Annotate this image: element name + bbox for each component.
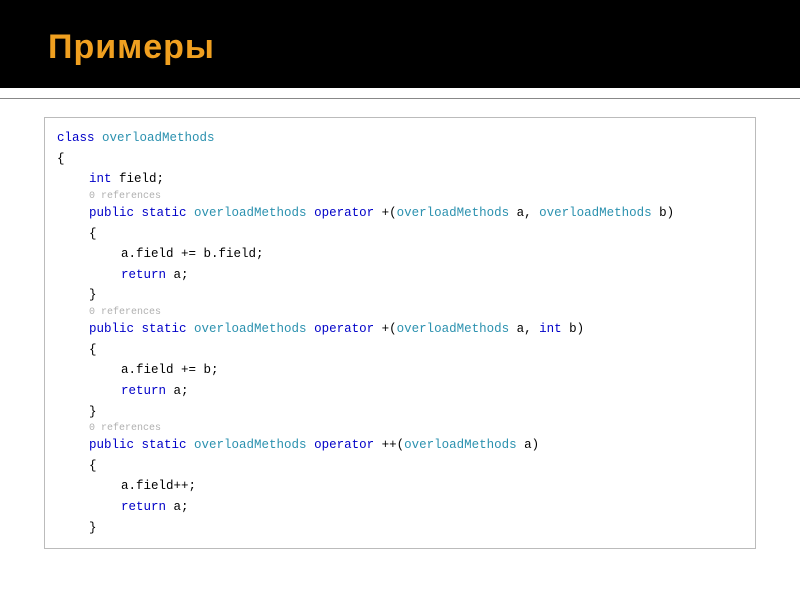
code-text: b): [562, 322, 585, 336]
divider-line: [0, 98, 800, 99]
code-lens: 0 references: [57, 190, 743, 203]
code-line: {: [57, 149, 743, 170]
keyword: operator: [307, 206, 382, 220]
code-line: }: [57, 285, 743, 306]
keyword: public static: [89, 438, 194, 452]
keyword: int: [539, 322, 562, 336]
keyword: operator: [307, 438, 382, 452]
code-line: }: [57, 518, 743, 539]
type-name: overloadMethods: [397, 206, 510, 220]
code-line: public static overloadMethods operator +…: [57, 203, 743, 224]
code-lens: 0 references: [57, 306, 743, 319]
code-text: ++(: [382, 438, 405, 452]
type-name: overloadMethods: [397, 322, 510, 336]
code-line: return a;: [57, 497, 743, 518]
code-text: a;: [166, 268, 189, 282]
code-text: a,: [509, 206, 539, 220]
keyword: class: [57, 131, 95, 145]
code-line: a.field += b;: [57, 360, 743, 381]
keyword: int: [89, 172, 112, 186]
keyword: public static: [89, 206, 194, 220]
type-name: overloadMethods: [539, 206, 652, 220]
slide-title: Примеры: [48, 28, 752, 67]
type-name: overloadMethods: [102, 131, 215, 145]
code-line: {: [57, 456, 743, 477]
code-line: {: [57, 224, 743, 245]
type-name: overloadMethods: [194, 322, 307, 336]
keyword: return: [121, 500, 166, 514]
code-lens: 0 references: [57, 422, 743, 435]
code-line: a.field += b.field;: [57, 244, 743, 265]
keyword: operator: [307, 322, 382, 336]
slide-header: Примеры: [0, 0, 800, 88]
code-block: class overloadMethods { int field; 0 ref…: [44, 117, 756, 549]
code-line: public static overloadMethods operator +…: [57, 435, 743, 456]
type-name: overloadMethods: [194, 438, 307, 452]
code-line: return a;: [57, 381, 743, 402]
code-text: a;: [166, 500, 189, 514]
code-text: field;: [112, 172, 165, 186]
code-text: a,: [509, 322, 539, 336]
code-line: class overloadMethods: [57, 128, 743, 149]
code-line: return a;: [57, 265, 743, 286]
code-text: b): [652, 206, 675, 220]
keyword: return: [121, 268, 166, 282]
code-line: {: [57, 340, 743, 361]
keyword: return: [121, 384, 166, 398]
code-line: public static overloadMethods operator +…: [57, 319, 743, 340]
code-line: a.field++;: [57, 476, 743, 497]
type-name: overloadMethods: [404, 438, 517, 452]
code-line: }: [57, 402, 743, 423]
code-text: +(: [382, 322, 397, 336]
type-name: overloadMethods: [194, 206, 307, 220]
code-line: int field;: [57, 169, 743, 190]
code-text: a;: [166, 384, 189, 398]
code-text: a): [517, 438, 540, 452]
code-text: +(: [382, 206, 397, 220]
keyword: public static: [89, 322, 194, 336]
